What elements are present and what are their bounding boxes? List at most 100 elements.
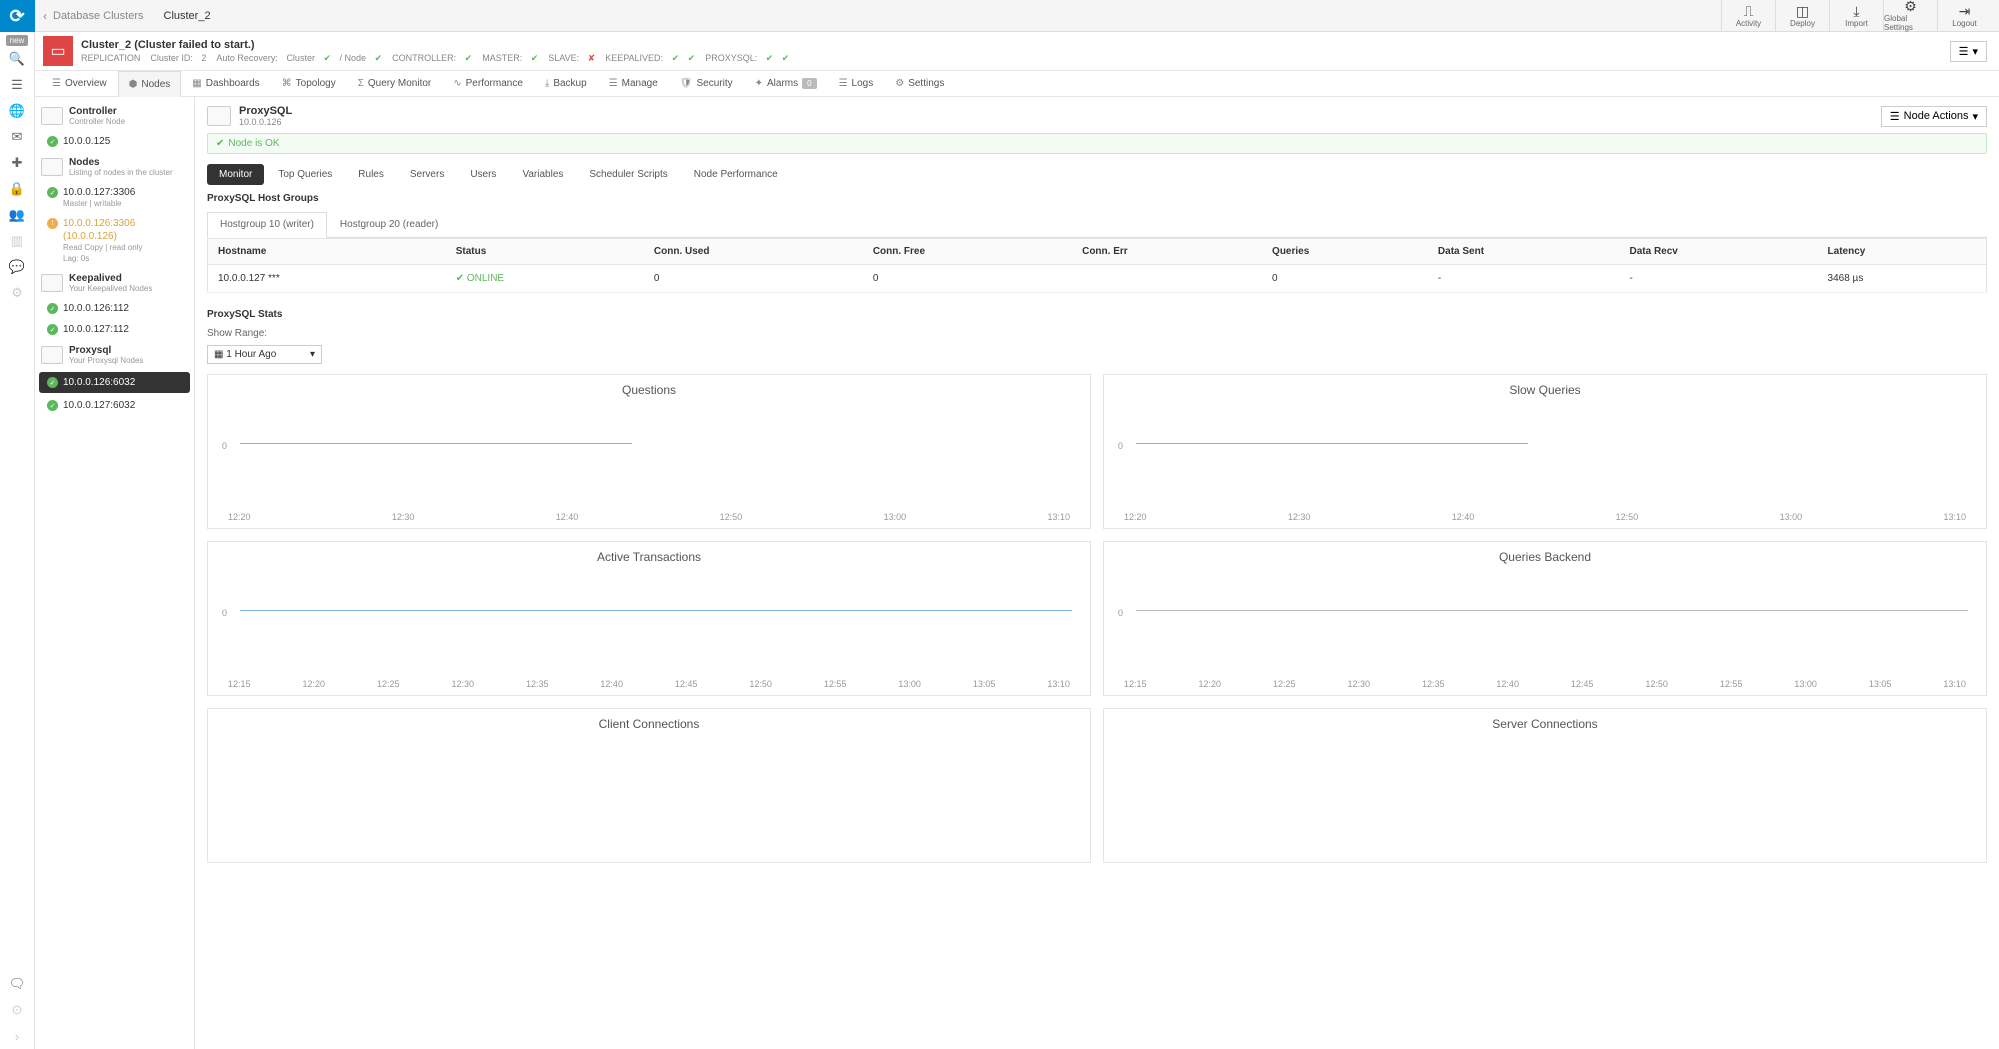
overview-icon: ☰ (52, 78, 61, 89)
status-dot-icon: ✓ (47, 400, 58, 411)
tab-security[interactable]: 🛡Security (669, 71, 744, 96)
cell-hostname: 10.0.0.127 *** (208, 265, 446, 293)
range-select[interactable]: ▦ 1 Hour Ago▾ (207, 345, 322, 364)
cell-data-recv: - (1619, 265, 1817, 293)
lock-icon[interactable]: 🔒 (0, 176, 35, 202)
tree-item-controller[interactable]: ✓10.0.0.125 (35, 131, 194, 152)
global-settings-button[interactable]: ⚙Global Settings (1883, 0, 1937, 32)
chat-icon[interactable]: 💬 (0, 254, 35, 280)
th-data-sent: Data Sent (1428, 239, 1620, 265)
messages-icon[interactable]: 🗨 (0, 971, 35, 997)
subtab-top-queries[interactable]: Top Queries (266, 164, 344, 185)
security-icon: 🛡 (680, 78, 693, 89)
pulse-icon: ⎍ (1744, 4, 1754, 18)
server-icon (41, 107, 63, 125)
deploy-button[interactable]: ◫Deploy (1775, 0, 1829, 32)
nodes-icon: ⬢ (129, 79, 138, 90)
status-dot-icon: ✓ (47, 324, 58, 335)
meta-cluster-id: Cluster ID: 2 (150, 53, 206, 63)
hg-tab-writer[interactable]: Hostgroup 10 (writer) (207, 212, 327, 238)
tab-alarms[interactable]: ✦Alarms0 (744, 71, 828, 96)
breadcrumb-clusters[interactable]: Database Clusters (53, 10, 144, 22)
subtab-node-performance[interactable]: Node Performance (682, 164, 790, 185)
cell-latency: 3468 µs (1818, 265, 1987, 293)
left-rail: ⟳ new 🔍 ☰ 🌐 ✉ ✚ 🔒 👥 ▥ 💬 ⚙ 🗨 ⊙ › (0, 0, 35, 1049)
node-tree: ControllerController Node ✓10.0.0.125 No… (35, 97, 195, 1049)
chart-client-connections: Client Connections (207, 708, 1091, 863)
node-actions-button[interactable]: ☰ Node Actions ▾ (1881, 106, 1987, 127)
query-icon: Σ (358, 78, 364, 89)
tree-item-ka2[interactable]: ✓10.0.0.127:112 (35, 319, 194, 340)
import-button[interactable]: ⤓Import (1829, 0, 1883, 32)
envelope-icon[interactable]: ✉ (0, 124, 35, 150)
tab-backup[interactable]: ⤓Backup (534, 71, 598, 96)
search-icon[interactable]: 🔍 (0, 46, 35, 72)
tree-item-slave-warn[interactable]: !10.0.0.126:3306(10.0.0.126)Read Copy | … (35, 213, 194, 268)
dashboards-icon: ▦ (192, 78, 201, 89)
th-hostname: Hostname (208, 239, 446, 265)
th-status: Status (446, 239, 644, 265)
status-dot-icon: ✓ (47, 303, 58, 314)
tree-item-px2[interactable]: ✓10.0.0.127:6032 (35, 395, 194, 416)
tab-query-monitor[interactable]: ΣQuery Monitor (347, 71, 443, 96)
toggle-icon[interactable]: ⊙ (0, 997, 35, 1023)
perf-icon: ∿ (453, 78, 461, 89)
tab-performance[interactable]: ∿Performance (442, 71, 534, 96)
server-icon (41, 274, 63, 292)
logout-button[interactable]: ⇥Logout (1937, 0, 1991, 32)
calendar-icon[interactable]: ▥ (0, 228, 35, 254)
users-icon[interactable]: 👥 (0, 202, 35, 228)
tab-nodes[interactable]: ⬢Nodes (118, 71, 182, 97)
activity-button[interactable]: ⎍Activity (1721, 0, 1775, 32)
tab-manage[interactable]: ☰Manage (598, 71, 669, 96)
topbar: ‹ Database Clusters Cluster_2 ⎍Activity … (35, 0, 1999, 32)
meta-proxysql: PROXYSQL: ✔ ✔ (705, 53, 789, 64)
section-hostgroups-title: ProxySQL Host Groups (207, 193, 1987, 204)
th-data-recv: Data Recv (1619, 239, 1817, 265)
cluster-title: Cluster_2 (Cluster failed to start.) (81, 39, 1950, 51)
subtab-monitor[interactable]: Monitor (207, 164, 264, 185)
tab-logs[interactable]: ☰Logs (828, 71, 885, 96)
help-icon[interactable]: › (0, 1023, 35, 1049)
th-conn-free: Conn. Free (863, 239, 1072, 265)
subtab-servers[interactable]: Servers (398, 164, 456, 185)
primary-tabs: ☰Overview ⬢Nodes ▦Dashboards ⌘Topology Σ… (35, 71, 1999, 97)
gear-icon[interactable]: ⚙ (0, 280, 35, 306)
menu-icon: ☰ (1959, 45, 1969, 58)
th-latency: Latency (1818, 239, 1987, 265)
tab-topology[interactable]: ⌘Topology (271, 71, 347, 96)
list-icon[interactable]: ☰ (0, 72, 35, 98)
tab-overview[interactable]: ☰Overview (41, 71, 118, 96)
server-icon (41, 346, 63, 364)
tab-settings[interactable]: ⚙Settings (884, 71, 955, 96)
download-icon: ⤓ (1853, 4, 1859, 18)
node-status-ok: ✔Node is OK (207, 133, 1987, 154)
alarms-badge: 0 (802, 78, 816, 89)
th-conn-used: Conn. Used (644, 239, 863, 265)
cluster-menu-button[interactable]: ☰ ▾ (1950, 41, 1987, 62)
subtab-variables[interactable]: Variables (510, 164, 575, 185)
backup-icon: ⤓ (545, 78, 549, 89)
table-row[interactable]: 10.0.0.127 *** ✔ ONLINE 0 0 0 - - 3468 µ… (208, 265, 1987, 293)
new-badge: new (6, 35, 29, 46)
subtab-scheduler[interactable]: Scheduler Scripts (577, 164, 679, 185)
back-caret-icon[interactable]: ‹ (43, 9, 47, 23)
plugin-icon[interactable]: ✚ (0, 150, 35, 176)
server-icon (41, 158, 63, 176)
tree-item-px1-active[interactable]: ✓10.0.0.126:6032 (39, 372, 190, 393)
tab-dashboards[interactable]: ▦Dashboards (181, 71, 270, 96)
cell-status: ✔ ONLINE (446, 265, 644, 293)
meta-keepalived: KEEPALIVED: ✔ ✔ (605, 53, 695, 64)
tree-item-master[interactable]: ✓10.0.0.127:3306Master | writable (35, 182, 194, 213)
hg-tab-reader[interactable]: Hostgroup 20 (reader) (327, 212, 451, 237)
globe-icon[interactable]: 🌐 (0, 98, 35, 124)
tree-item-ka1[interactable]: ✓10.0.0.126:112 (35, 298, 194, 319)
brand-logo[interactable]: ⟳ (0, 0, 35, 32)
detail-panel: ProxySQL 10.0.0.126 ☰ Node Actions ▾ ✔No… (195, 97, 1999, 1049)
cogs-icon: ⚙ (1904, 0, 1917, 13)
server-icon (207, 106, 231, 126)
subtab-rules[interactable]: Rules (346, 164, 396, 185)
logs-icon: ☰ (839, 78, 848, 89)
subtab-users[interactable]: Users (458, 164, 508, 185)
cell-data-sent: - (1428, 265, 1620, 293)
